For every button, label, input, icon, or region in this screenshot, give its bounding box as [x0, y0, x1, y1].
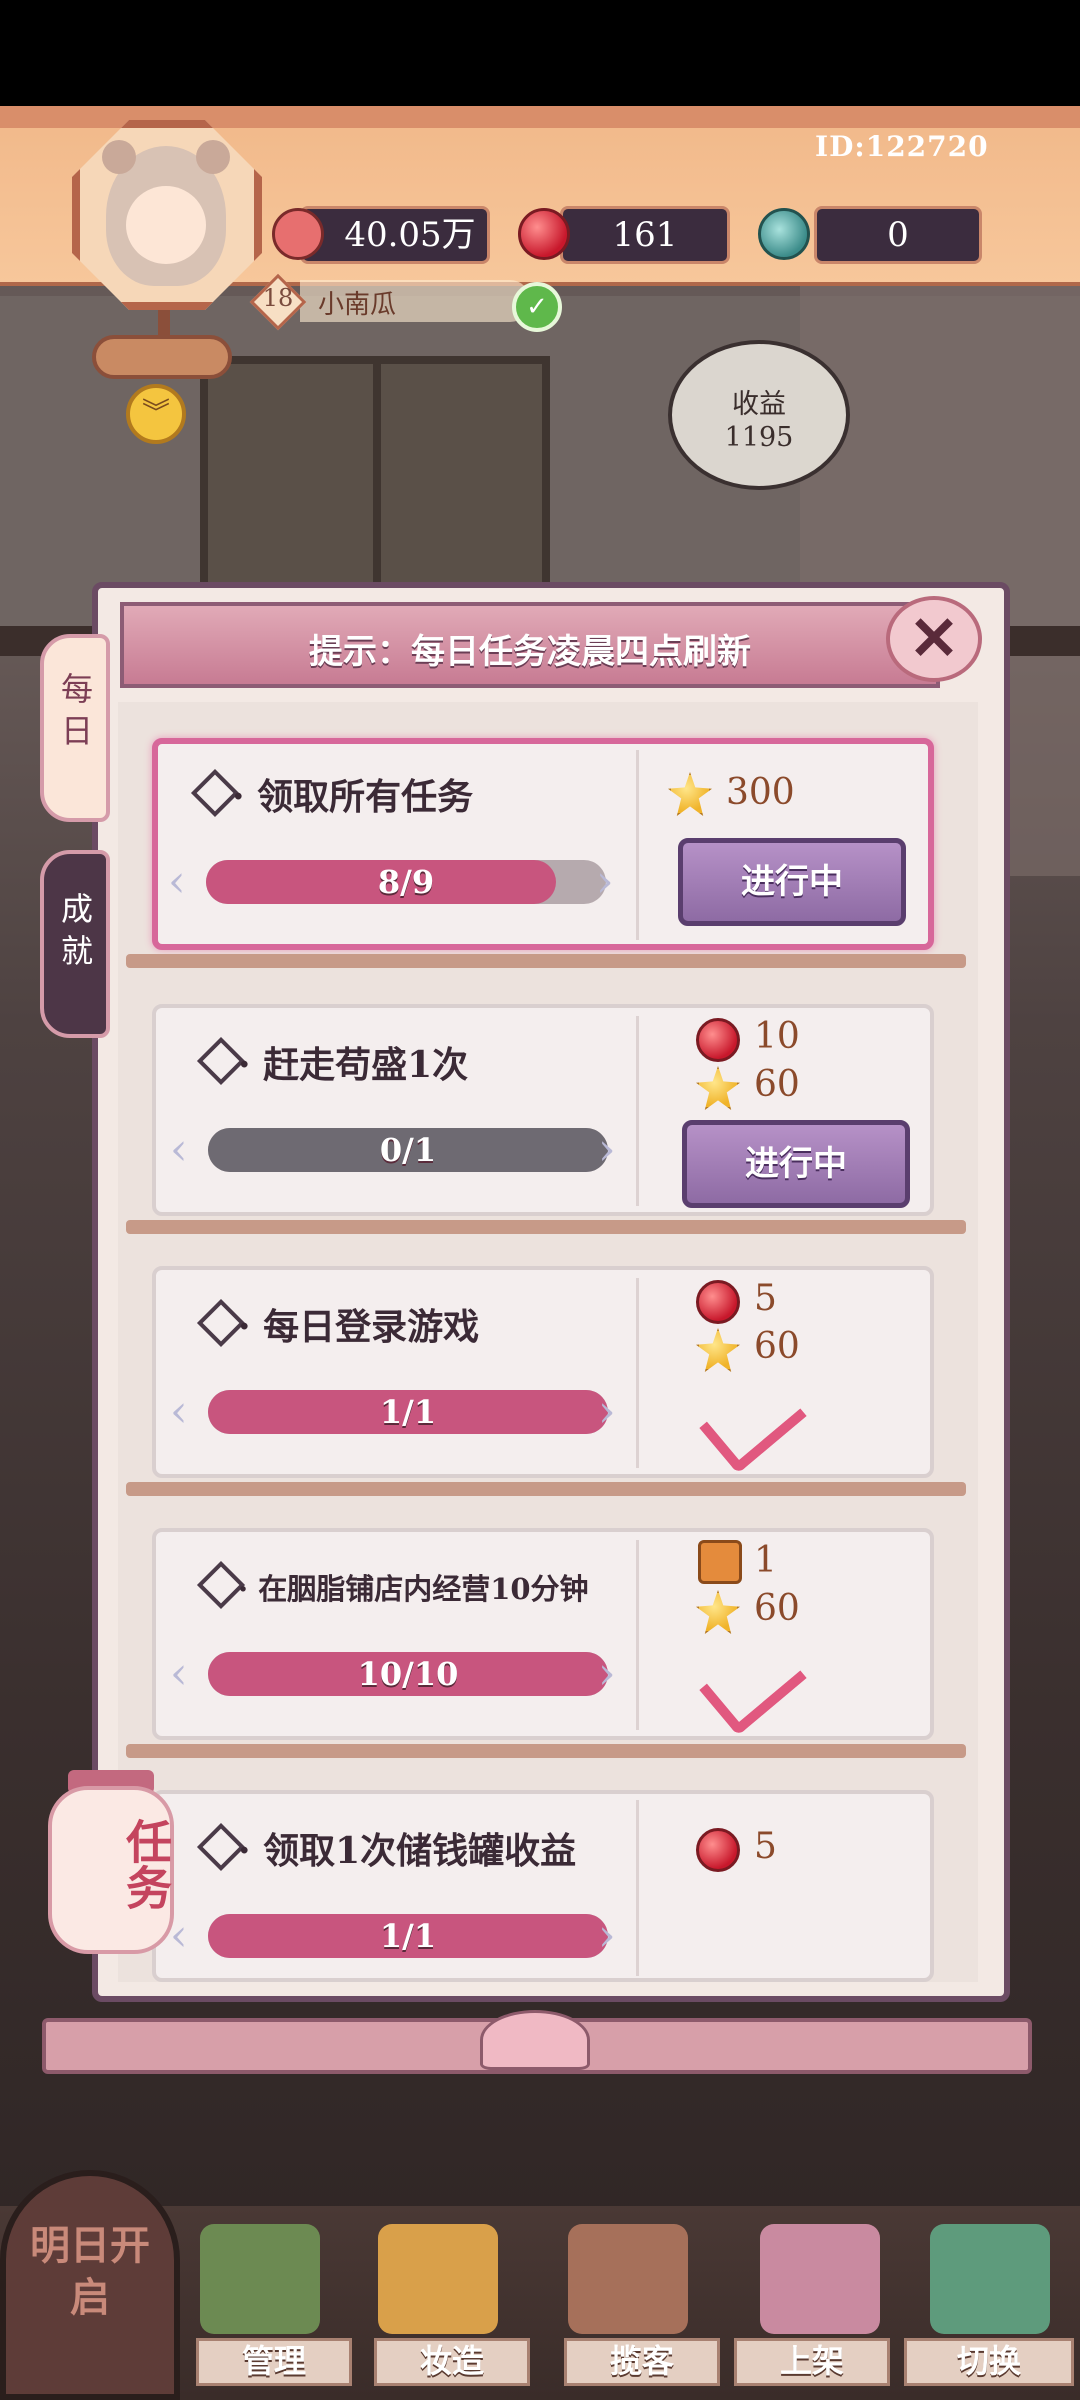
- task-title: · 领取所有任务: [232, 776, 474, 818]
- task-title: · 在胭脂铺店内经营10分钟: [238, 1572, 589, 1606]
- player-level: 18: [262, 284, 294, 312]
- card-divider: [636, 1278, 639, 1468]
- switch-icon[interactable]: [930, 2224, 1050, 2334]
- player-id: ID:122720: [815, 130, 989, 163]
- progress-text: 10/10: [357, 1655, 459, 1693]
- chevron-left-icon: ‹: [170, 1648, 188, 1699]
- resource-jade-value: 0: [887, 215, 909, 255]
- task-title: · 每日登录游戏: [238, 1306, 480, 1348]
- status-bar: [0, 0, 1080, 106]
- nav-label-shelf: 上架: [779, 2342, 844, 2380]
- scroll-decoration: [92, 335, 232, 379]
- avatar-face: [126, 186, 206, 264]
- reward-value: 5: [754, 1826, 777, 1867]
- shelf-icon[interactable]: [760, 2224, 880, 2334]
- reward-value: 60: [754, 1588, 800, 1629]
- progress-text: 8/9: [377, 863, 435, 901]
- in-progress-label: 进行中: [745, 1144, 847, 1184]
- cat-ear-left-icon: [102, 140, 136, 174]
- reward-value: 60: [754, 1064, 800, 1105]
- nav-label-manage: 管理: [241, 2342, 306, 2380]
- card-shelf: [126, 1220, 966, 1234]
- income-label: 收益: [732, 389, 786, 420]
- chevron-left-icon: ‹: [168, 856, 186, 907]
- nav-label-makeup: 妆造: [419, 2342, 484, 2380]
- chevron-right-icon: ›: [598, 1648, 616, 1699]
- attract-customer-icon[interactable]: [568, 2224, 688, 2334]
- chevron-right-icon: ›: [596, 856, 614, 907]
- makeup-icon[interactable]: [378, 2224, 498, 2334]
- income-value: 1195: [724, 422, 794, 453]
- red-gem-icon: [696, 1018, 740, 1062]
- card-divider: [636, 1016, 639, 1206]
- lotus-ornament-icon: [480, 2010, 590, 2070]
- card-divider: [636, 1540, 639, 1730]
- reward-value: 300: [726, 772, 795, 813]
- task-lantern-label: 任务: [119, 1818, 173, 1910]
- nav-label-switch: 切换: [956, 2342, 1021, 2380]
- close-icon[interactable]: ✕: [886, 596, 982, 682]
- card-divider: [636, 1800, 639, 1976]
- red-gem-icon: [518, 208, 570, 260]
- player-avatar[interactable]: [72, 120, 262, 310]
- task-title: · 赶走苟盛1次: [238, 1044, 469, 1086]
- chevron-right-icon: ›: [598, 1386, 616, 1437]
- tab-achievement-label: 成就: [56, 892, 94, 976]
- chevron-right-icon: ›: [598, 1124, 616, 1175]
- progress-text: 0/1: [379, 1131, 437, 1169]
- card-divider: [636, 750, 639, 940]
- in-progress-label: 进行中: [741, 862, 843, 902]
- task-title: · 领取1次储钱罐收益: [238, 1830, 577, 1872]
- player-name: 小南瓜: [318, 290, 397, 320]
- chevron-left-icon: ‹: [170, 1124, 188, 1175]
- green-bonus-icon[interactable]: ✓: [512, 282, 562, 332]
- reward-value: 10: [754, 1016, 800, 1057]
- red-gem-icon: [696, 1828, 740, 1872]
- task-card[interactable]: [152, 1528, 934, 1740]
- tab-daily-label: 每日: [56, 672, 94, 756]
- progress-text: 1/1: [379, 1917, 437, 1955]
- expand-menu-icon[interactable]: ︾: [126, 384, 186, 444]
- red-gem-icon: [696, 1280, 740, 1324]
- cat-ear-right-icon: [196, 140, 230, 174]
- avatar-hair: [102, 140, 230, 286]
- card-shelf: [126, 1744, 966, 1758]
- scroll-ticket-icon: [698, 1540, 742, 1584]
- panel-title: 提示：每日任务凌晨四点刷新: [309, 632, 751, 672]
- progress-text: 1/1: [379, 1393, 437, 1431]
- income-bubble[interactable]: 收益 1195: [668, 340, 850, 490]
- reward-value: 1: [754, 1540, 777, 1581]
- tomorrow-open-label: 明日开启: [30, 2222, 150, 2321]
- reward-value: 60: [754, 1326, 800, 1367]
- nav-label-attract: 揽客: [609, 2342, 674, 2380]
- jade-coin-icon: [758, 208, 810, 260]
- resource-money-value: 40.05万: [344, 215, 476, 255]
- resource-gem-value: 161: [612, 215, 678, 255]
- reward-value: 5: [754, 1278, 777, 1319]
- chevron-right-icon: ›: [598, 1910, 616, 1961]
- card-shelf: [126, 1482, 966, 1496]
- manage-icon[interactable]: [200, 2224, 320, 2334]
- card-shelf: [126, 954, 966, 968]
- heart-money-icon: [272, 208, 324, 260]
- chevron-left-icon: ‹: [170, 1386, 188, 1437]
